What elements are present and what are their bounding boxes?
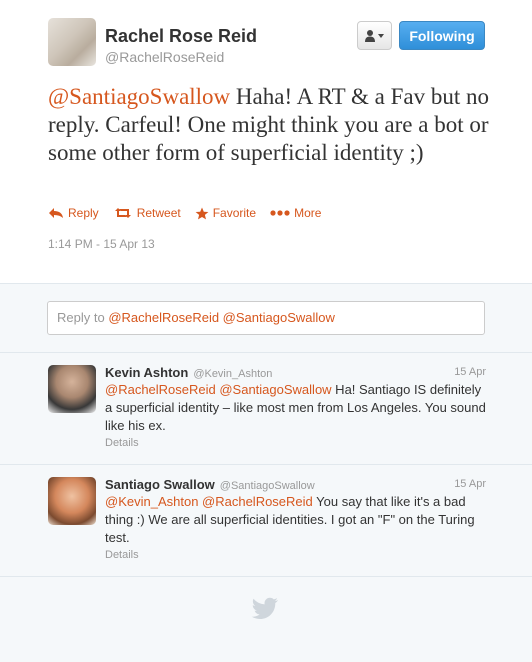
reply-section: Reply to @RachelRoseReid @SantiagoSwallo… — [0, 284, 532, 353]
favorite-label: Favorite — [212, 206, 257, 220]
avatar[interactable] — [48, 365, 96, 413]
retweet-label: Retweet — [136, 206, 181, 220]
reply-time[interactable]: 15 Apr — [454, 366, 486, 378]
avatar[interactable] — [48, 477, 96, 525]
more-label: More — [294, 206, 322, 220]
reply-label: Reply — [68, 206, 99, 220]
reply-author[interactable]: Kevin Ashton @Kevin_Ashton — [105, 365, 272, 380]
tweet-timestamp[interactable]: 1:14 PM - 15 Apr 13 — [48, 237, 155, 251]
favorite-action[interactable]: Favorite — [195, 206, 256, 220]
tweet-actions: Reply Retweet Favorite More — [48, 206, 321, 220]
details-link[interactable]: Details — [105, 437, 139, 449]
reply-icon — [49, 208, 63, 218]
reply-author-handle: @Kevin_Ashton — [193, 368, 273, 380]
more-action[interactable]: More — [270, 206, 321, 220]
user-menu-icon — [364, 29, 384, 42]
reply-prefix: Reply to — [57, 310, 109, 325]
retweet-action[interactable]: Retweet — [113, 206, 181, 220]
favorite-icon — [195, 207, 209, 219]
details-link[interactable]: Details — [105, 549, 139, 561]
reply-author[interactable]: Santiago Swallow @SantiagoSwallow — [105, 477, 315, 492]
author-avatar[interactable] — [48, 18, 96, 66]
reply-item[interactable]: Kevin Ashton @Kevin_Ashton 15 Apr @Rachel… — [0, 353, 532, 465]
reply-author-name: Kevin Ashton — [105, 365, 189, 380]
tweet-text: @SantiagoSwallow Haha! A RT & a Fav but … — [48, 83, 498, 167]
user-menu-button[interactable] — [357, 21, 392, 50]
twitter-bird-icon — [251, 597, 278, 620]
author-name[interactable]: Rachel Rose Reid — [105, 26, 257, 47]
retweet-icon — [114, 208, 131, 218]
reply-author-handle: @SantiagoSwallow — [219, 480, 315, 492]
reply-author-name: Santiago Swallow — [105, 477, 215, 492]
following-button[interactable]: Following — [399, 21, 485, 50]
more-icon — [270, 210, 290, 216]
reply-item[interactable]: Santiago Swallow @SantiagoSwallow 15 Apr … — [0, 465, 532, 577]
reply-mentions[interactable]: @RachelRoseReid @SantiagoSwallow — [105, 382, 332, 397]
tweet-mention[interactable]: @SantiagoSwallow — [48, 84, 230, 109]
reply-text: @Kevin_Ashton @RachelRoseReid You say th… — [105, 493, 490, 547]
reply-time[interactable]: 15 Apr — [454, 478, 486, 490]
reply-action[interactable]: Reply — [48, 206, 99, 220]
reply-input[interactable]: Reply to @RachelRoseReid @SantiagoSwallo… — [47, 301, 485, 335]
reply-mentions: @RachelRoseReid @SantiagoSwallow — [108, 310, 335, 325]
reply-mentions[interactable]: @Kevin_Ashton @RachelRoseReid — [105, 494, 313, 509]
tweet-card: Rachel Rose Reid @RachelRoseReid Followi… — [0, 0, 532, 284]
reply-text: @RachelRoseReid @SantiagoSwallow Ha! San… — [105, 381, 490, 435]
author-handle[interactable]: @RachelRoseReid — [105, 49, 224, 65]
